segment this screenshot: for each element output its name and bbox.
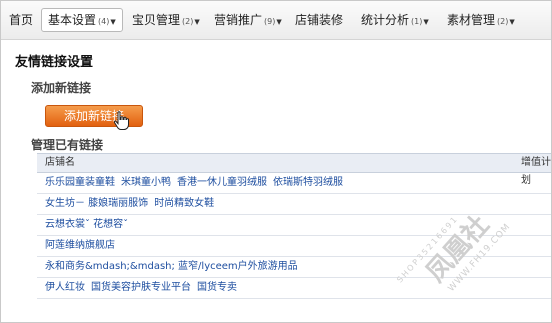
- nav-item-count: (4): [98, 17, 110, 26]
- shop-link[interactable]: 时尚精致女鞋: [154, 198, 214, 209]
- shop-link[interactable]: 云想衣裳ˇ 花想容ˇ: [45, 219, 128, 230]
- shop-link[interactable]: 阿莲维纳旗舰店: [45, 240, 115, 251]
- nav-item-item-management[interactable]: 宝贝管理 (2)▼: [132, 9, 200, 31]
- nav-item-label: 营销推广: [214, 13, 263, 27]
- chevron-down-icon: ▼: [423, 18, 429, 26]
- page-title: 友情链接设置: [15, 55, 94, 70]
- chevron-down-icon: ▼: [276, 18, 282, 26]
- table-row: 女生坊－ 膝娘瑞丽服饰 时尚精致女鞋: [37, 194, 551, 215]
- shop-link[interactable]: 乐乐园童装童鞋: [45, 177, 115, 188]
- table-row: 云想衣裳ˇ 花想容ˇ: [37, 215, 551, 236]
- nav-item-label: 宝贝管理: [132, 13, 181, 27]
- chevron-down-icon: ▼: [509, 18, 515, 26]
- nav-item-shop-decoration[interactable]: 店铺装修: [295, 9, 343, 31]
- app-frame: 首页 基本设置 (4)▼ 宝贝管理 (2)▼ 营销推广 (9)▼ 店铺装修 统计分析(…: [0, 0, 552, 323]
- shop-link[interactable]: 香港一休儿童羽绒服: [177, 177, 267, 188]
- nav-item-label: 素材管理: [447, 13, 496, 27]
- chevron-down-icon: ▼: [194, 18, 200, 26]
- nav-item-home[interactable]: 首页: [9, 9, 33, 31]
- top-nav: 首页 基本设置 (4)▼ 宝贝管理 (2)▼ 营销推广 (9)▼ 店铺装修 统计分析(…: [1, 1, 551, 40]
- nav-item-count: (2): [497, 17, 509, 26]
- table-header: 店铺名 增值计划: [37, 153, 551, 186]
- nav-item-count: (9): [264, 17, 276, 26]
- table-row: 永和商务&mdash;&mdash; 蓝窄/lyceem户外旅游用品: [37, 257, 551, 278]
- chevron-down-icon: ▼: [110, 18, 116, 26]
- table-row: 乐乐园童装童鞋 米琪童小鸭 香港一休儿童羽绒服 依瑞斯特羽绒服: [37, 173, 551, 194]
- shop-link[interactable]: 米琪童小鸭: [121, 177, 171, 188]
- add-section-heading: 添加新链接: [31, 81, 92, 95]
- nav-item-label: 店铺装修: [295, 13, 344, 27]
- nav-item-label: 基本设置: [48, 13, 97, 27]
- column-header-shop-name: 店铺名: [45, 157, 75, 168]
- shop-link[interactable]: 女生坊－ 膝娘瑞丽服饰: [45, 198, 148, 209]
- table-row: 伊人红妆 国货美容护肤专业平台 国货专卖: [37, 278, 551, 299]
- manage-section-heading: 管理已有链接: [31, 138, 104, 152]
- links-table: 店铺名 增值计划 乐乐园童装童鞋 米琪童小鸭 香港一休儿童羽绒服 依瑞斯特羽绒服 女生…: [37, 153, 551, 299]
- table-row: 阿莲维纳旗舰店: [37, 236, 551, 257]
- shop-link[interactable]: 伊人红妆: [45, 282, 85, 293]
- nav-item-label: 首页: [9, 13, 34, 27]
- column-header-service: 增值计划: [521, 157, 551, 186]
- nav-item-count: (2): [182, 17, 194, 26]
- shop-link[interactable]: 依瑞斯特羽绒服: [273, 177, 343, 188]
- shop-link[interactable]: 国货专卖: [197, 282, 237, 293]
- shop-link[interactable]: 国货美容护肤专业平台: [91, 282, 191, 293]
- shop-link[interactable]: 永和商务&mdash;&mdash; 蓝窄/lyceem户外旅游用品: [45, 261, 298, 272]
- nav-item-label: 统计分析: [361, 13, 410, 27]
- nav-item-statistics[interactable]: 统计分析 (1)▼: [361, 9, 429, 31]
- nav-item-basic-settings[interactable]: 基本设置 (4)▼: [41, 8, 123, 32]
- nav-item-count: (1): [411, 17, 423, 26]
- nav-item-marketing[interactable]: 营销推广 (9)▼: [214, 9, 282, 31]
- hand-pointer-icon: [114, 111, 129, 130]
- nav-item-assets[interactable]: 素材管理 (2)▼: [447, 9, 515, 31]
